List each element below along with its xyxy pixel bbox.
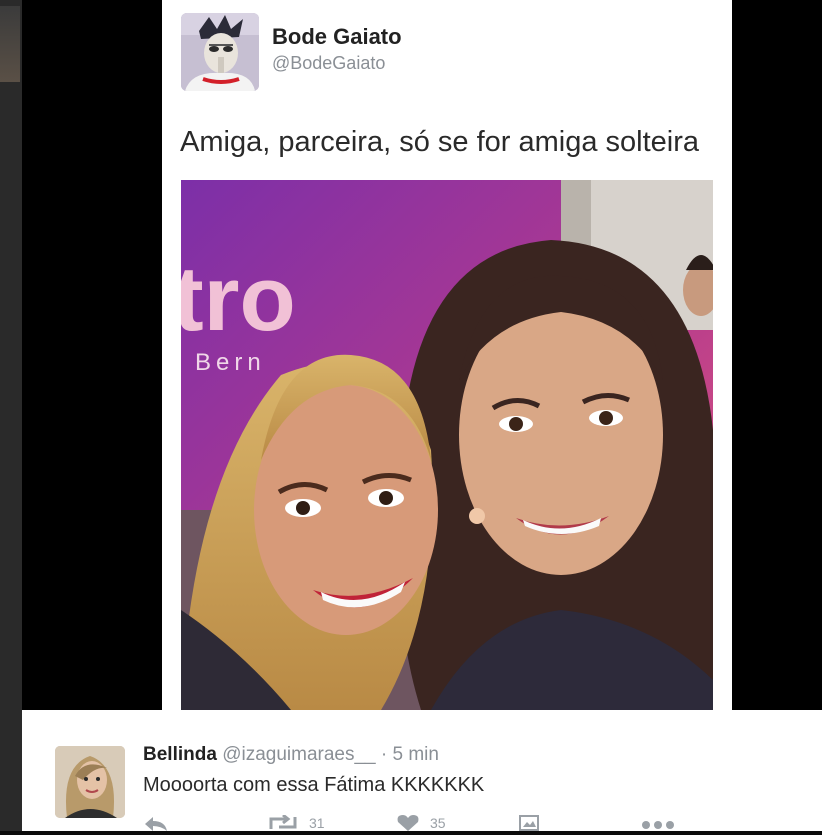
like-button[interactable]: 35 bbox=[396, 815, 446, 834]
reply-actions: 31 35 bbox=[22, 813, 822, 835]
reply-author-name[interactable]: Bellinda bbox=[143, 744, 217, 765]
retweet-count: 31 bbox=[309, 815, 325, 831]
reply-tweet: Bellinda @izaguimaraes__ · 5 min Moooort… bbox=[22, 710, 822, 831]
reply-timestamp[interactable]: 5 min bbox=[393, 744, 439, 765]
retweet-button[interactable]: 31 bbox=[267, 813, 325, 834]
partial-thumbnail bbox=[0, 6, 20, 82]
media-icon bbox=[519, 815, 539, 834]
author-avatar[interactable] bbox=[181, 13, 259, 91]
reply-author-handle[interactable]: @izaguimaraes__ bbox=[222, 744, 375, 765]
reply-avatar[interactable] bbox=[55, 746, 125, 818]
tweet-photo[interactable]: tro Bern bbox=[181, 180, 713, 710]
reply-button[interactable] bbox=[143, 815, 169, 834]
more-button[interactable] bbox=[641, 815, 675, 834]
tweet-image-card: Bode Gaiato @BodeGaiato Amiga, parceira,… bbox=[162, 0, 732, 710]
reply-icon bbox=[143, 815, 169, 834]
more-icon bbox=[641, 815, 675, 834]
reply-text: Moooorta com essa Fátima KKKKKKK bbox=[143, 774, 485, 796]
sign-text: tro bbox=[181, 248, 296, 350]
author-handle[interactable]: @BodeGaiato bbox=[272, 53, 385, 74]
heart-icon bbox=[396, 815, 420, 834]
reply-separator: · bbox=[380, 744, 388, 765]
like-count: 35 bbox=[430, 815, 446, 831]
reply-header: Bellinda @izaguimaraes__ · 5 min bbox=[143, 744, 439, 766]
author-name[interactable]: Bode Gaiato bbox=[272, 24, 402, 50]
tweet-text: Amiga, parceira, só se for amiga solteir… bbox=[180, 126, 699, 158]
left-edge-strip bbox=[0, 0, 22, 831]
media-button[interactable] bbox=[519, 815, 539, 834]
lightbox-stage: Bode Gaiato @BodeGaiato Amiga, parceira,… bbox=[22, 0, 822, 710]
sign-subtext: Bern bbox=[195, 349, 266, 376]
retweet-icon bbox=[267, 813, 299, 834]
